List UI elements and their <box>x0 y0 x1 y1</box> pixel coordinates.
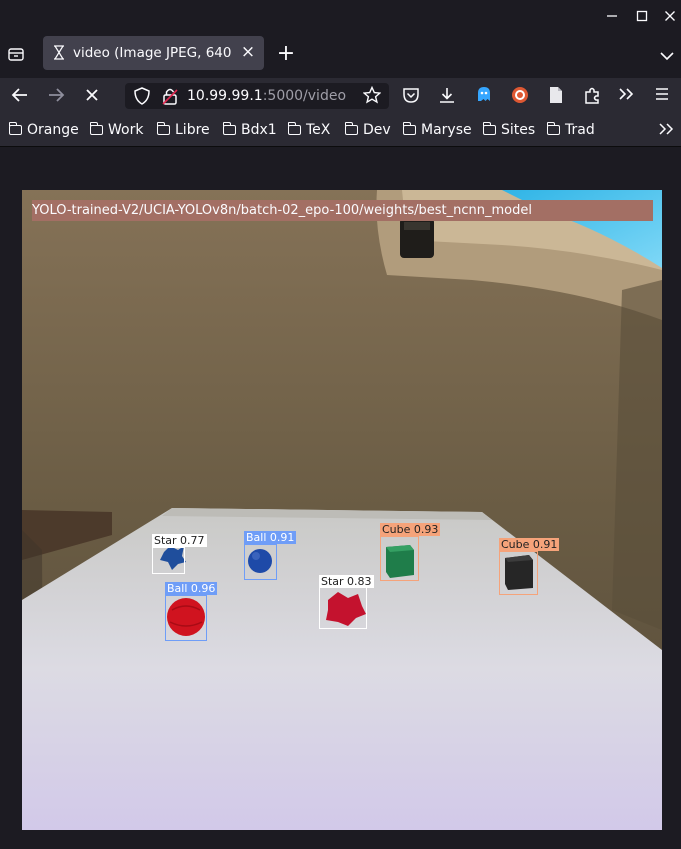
bookmark-folder-tex[interactable]: TeX <box>287 121 330 139</box>
url-bar[interactable]: 10.99.99.1:5000/video <box>125 83 389 109</box>
back-arrow-icon[interactable] <box>10 87 30 105</box>
model-path-overlay: YOLO-trained-V2/UCIA-YOLOv8n/batch-02_ep… <box>32 200 653 221</box>
tracking-protection-shield-icon[interactable] <box>133 87 151 105</box>
overflow-chevrons-icon[interactable] <box>616 86 636 106</box>
bookmark-folder-trad[interactable]: Trad <box>546 121 595 139</box>
pocket-icon[interactable] <box>401 86 421 106</box>
detection-label-star-2: Star 0.83 <box>319 575 374 588</box>
hamburger-menu-icon[interactable] <box>652 86 672 106</box>
detection-box-cube <box>499 551 538 595</box>
detection-label-cube-1: Cube 0.93 <box>380 523 441 536</box>
url-text[interactable]: 10.99.99.1:5000/video <box>187 88 346 104</box>
downloads-icon[interactable] <box>437 86 457 106</box>
bookmark-folder-maryse[interactable]: Maryse <box>402 121 472 139</box>
camera-scene <box>22 190 662 830</box>
extensions-puzzle-icon[interactable] <box>582 86 602 106</box>
document-extension-icon[interactable] <box>546 86 566 106</box>
title-bar <box>0 0 681 36</box>
tab-title: video (Image JPEG, 640 × <box>73 45 233 61</box>
close-icon[interactable] <box>660 8 680 28</box>
tab-overview-icon[interactable] <box>6 45 26 65</box>
loading-hourglass-icon <box>52 45 66 61</box>
detection-box-ball <box>165 595 207 641</box>
bookmark-folder-orange[interactable]: Orange <box>8 121 79 139</box>
maximize-icon[interactable] <box>632 8 652 28</box>
folder-icon <box>89 122 103 135</box>
detection-box-star <box>319 587 367 629</box>
detection-label-star-1: Star 0.77 <box>152 534 207 547</box>
list-all-tabs-icon[interactable] <box>658 46 676 62</box>
minimize-icon[interactable] <box>602 8 622 28</box>
bookmark-folder-work[interactable]: Work <box>89 121 143 139</box>
folder-icon <box>344 122 358 135</box>
bookmark-folder-libre[interactable]: Libre <box>156 121 210 139</box>
detection-label-ball-2: Ball 0.96 <box>165 582 218 595</box>
duckduckgo-icon[interactable] <box>510 86 530 106</box>
bookmark-folder-bdx1[interactable]: Bdx1 <box>222 121 277 139</box>
folder-icon <box>546 122 560 135</box>
folder-icon <box>8 122 22 135</box>
detection-label-ball-1: Ball 0.91 <box>244 531 297 544</box>
folder-icon <box>287 122 301 135</box>
forward-arrow-icon[interactable] <box>46 87 66 105</box>
detection-box-star <box>152 547 185 574</box>
folder-icon <box>402 122 416 135</box>
bookmark-folder-sites[interactable]: Sites <box>482 121 535 139</box>
bookmarks-overflow-icon[interactable] <box>656 121 676 139</box>
video-frame-image: Star 0.77 Ball 0.91 Cube 0.93 Cube 0.91 … <box>22 190 662 830</box>
detection-box-cube <box>380 536 419 581</box>
tab-video[interactable]: video (Image JPEG, 640 × × <box>43 36 264 70</box>
tab-close-icon[interactable]: × <box>239 43 257 61</box>
bookmark-star-icon[interactable] <box>362 85 382 106</box>
folder-icon <box>482 122 496 135</box>
bookmark-folder-dev[interactable]: Dev <box>344 121 391 139</box>
insecure-lock-icon[interactable] <box>161 87 179 105</box>
ghost-extension-icon[interactable] <box>474 85 494 105</box>
stop-loading-icon[interactable] <box>82 87 102 105</box>
folder-icon <box>156 122 170 135</box>
detection-box-ball <box>244 544 277 580</box>
folder-icon <box>222 122 236 135</box>
new-tab-button[interactable]: + <box>276 43 296 65</box>
detection-label-cube-2: Cube 0.91 <box>499 538 560 551</box>
